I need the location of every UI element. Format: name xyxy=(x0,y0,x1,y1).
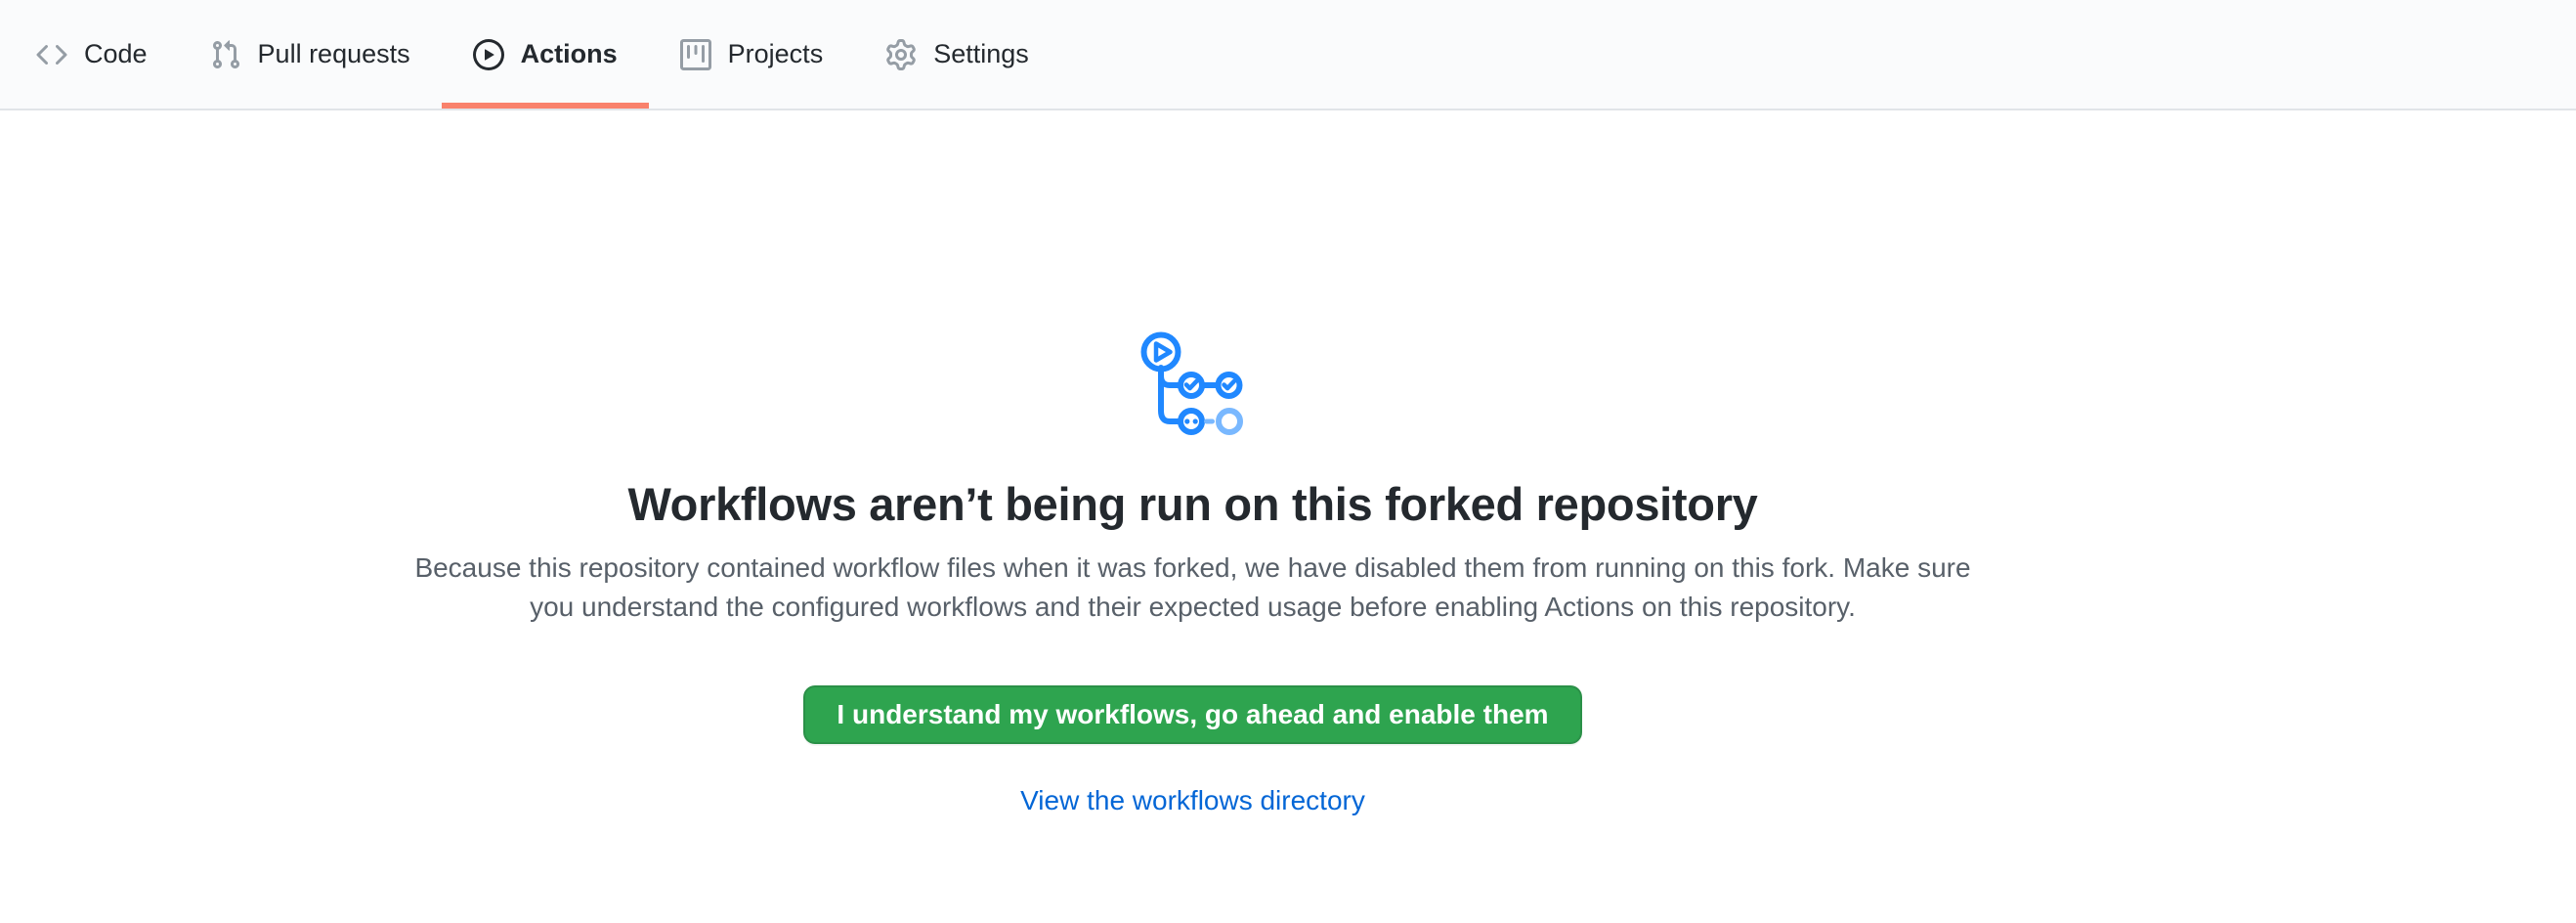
play-circle-icon xyxy=(473,39,504,70)
tab-code[interactable]: Code xyxy=(5,0,179,109)
gear-icon xyxy=(885,39,917,70)
project-icon xyxy=(680,39,711,70)
enable-workflows-button[interactable]: I understand my workflows, go ahead and … xyxy=(803,685,1581,744)
tab-projects[interactable]: Projects xyxy=(649,0,855,109)
repo-tab-bar: Code Pull requests Actions Projects Sett… xyxy=(0,0,2576,110)
tab-label: Actions xyxy=(521,41,618,67)
code-icon xyxy=(36,39,67,70)
page-description: Because this repository contained workfl… xyxy=(402,549,1985,627)
workflow-graph-icon xyxy=(1138,329,1249,440)
tab-actions[interactable]: Actions xyxy=(442,0,649,109)
git-pull-request-icon xyxy=(210,39,241,70)
tab-label: Projects xyxy=(728,41,824,67)
tab-label: Settings xyxy=(933,41,1029,67)
tab-label: Pull requests xyxy=(258,41,410,67)
tab-settings[interactable]: Settings xyxy=(854,0,1060,109)
workflows-directory-link[interactable]: View the workflows directory xyxy=(1020,784,1365,817)
page-title: Workflows aren’t being run on this forke… xyxy=(627,475,1757,533)
tab-pull-requests[interactable]: Pull requests xyxy=(179,0,442,109)
tab-label: Code xyxy=(84,41,148,67)
actions-disabled-empty-state: Workflows aren’t being run on this forke… xyxy=(0,110,2385,817)
